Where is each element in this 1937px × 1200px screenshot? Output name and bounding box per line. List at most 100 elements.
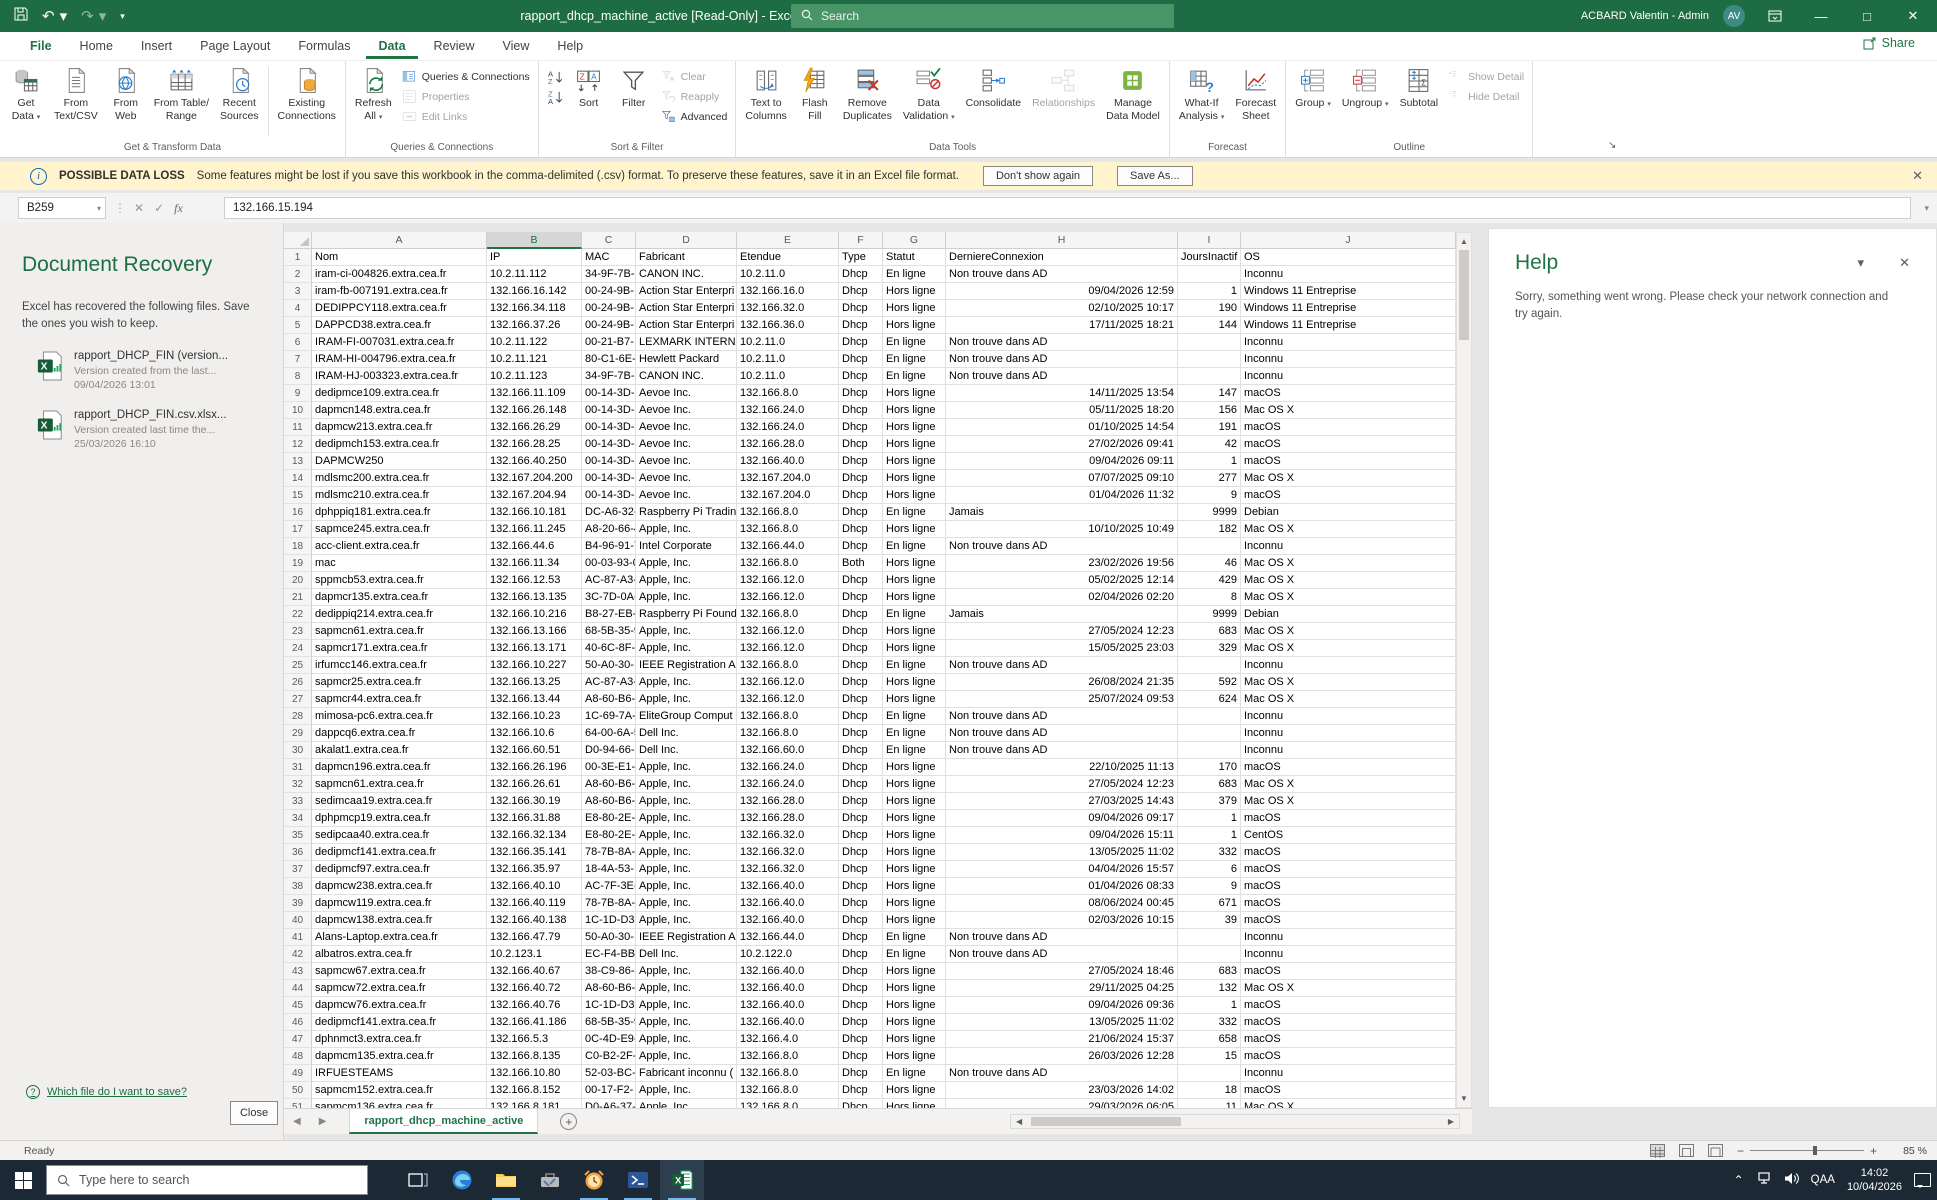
- column-header-E[interactable]: E: [737, 232, 839, 249]
- grid-cell[interactable]: Hors ligne: [883, 810, 946, 827]
- save-icon[interactable]: [14, 7, 28, 25]
- grid-cell[interactable]: Hors ligne: [883, 283, 946, 300]
- grid-cell[interactable]: Dhcp: [839, 351, 883, 368]
- vertical-scrollbar[interactable]: ▲ ▼: [1456, 232, 1472, 1108]
- grid-cell[interactable]: 332: [1178, 844, 1241, 861]
- grid-cell[interactable]: 132.166.32.0: [737, 827, 839, 844]
- grid-cell[interactable]: 01/10/2025 14:54: [946, 419, 1178, 436]
- grid-cell[interactable]: 10/10/2025 10:49: [946, 521, 1178, 538]
- grid-cell[interactable]: Apple, Inc.: [636, 691, 737, 708]
- grid-cell[interactable]: 132.166.8.0: [737, 657, 839, 674]
- grid-cell[interactable]: Inconnu: [1241, 657, 1456, 674]
- grid-cell[interactable]: 46: [1178, 555, 1241, 572]
- ribbon-button-text-to-columns[interactable]: Text to Columns: [740, 63, 791, 125]
- recovered-file-item[interactable]: Xrapport_DHCP_FIN.csv.xlsx... Version cre…: [0, 391, 283, 450]
- grid-cell[interactable]: 23/02/2026 19:56: [946, 555, 1178, 572]
- grid-cell[interactable]: Both: [839, 555, 883, 572]
- grid-cell[interactable]: En ligne: [883, 657, 946, 674]
- grid-cell[interactable]: Dhcp: [839, 504, 883, 521]
- tab-page-layout[interactable]: Page Layout: [188, 33, 282, 59]
- grid-cell[interactable]: A8-60-B6-: [582, 691, 636, 708]
- grid-cell[interactable]: 132.166.31.88: [487, 810, 582, 827]
- grid-cell[interactable]: 132.166.60.0: [737, 742, 839, 759]
- grid-cell[interactable]: 132.166.13.171: [487, 640, 582, 657]
- grid-cell[interactable]: 156: [1178, 402, 1241, 419]
- grid-cell[interactable]: 132.166.8.0: [737, 555, 839, 572]
- grid-cell[interactable]: 132.166.40.0: [737, 453, 839, 470]
- ribbon-button-za[interactable]: ZA: [543, 88, 566, 105]
- grid-cell[interactable]: Apple, Inc.: [636, 1031, 737, 1048]
- select-all-corner[interactable]: [284, 232, 312, 249]
- ribbon-button-ungroup[interactable]: Ungroup ▾: [1337, 63, 1394, 112]
- grid-cell[interactable]: macOS: [1241, 419, 1456, 436]
- formula-input[interactable]: 132.166.15.194: [224, 197, 1911, 219]
- grid-cell[interactable]: 132.166.12.0: [737, 623, 839, 640]
- row-header[interactable]: 16: [284, 504, 312, 521]
- grid-cell[interactable]: 132.166.36.0: [737, 317, 839, 334]
- row-header[interactable]: 23: [284, 623, 312, 640]
- column-header-A[interactable]: A: [312, 232, 487, 249]
- grid-cell[interactable]: Inconnu: [1241, 1065, 1456, 1082]
- grid-cell[interactable]: 132.166.8.0: [737, 1082, 839, 1099]
- grid-cell[interactable]: Non trouve dans AD: [946, 929, 1178, 946]
- row-header[interactable]: 6: [284, 334, 312, 351]
- column-header-H[interactable]: H: [946, 232, 1178, 249]
- grid-cell[interactable]: Dhcp: [839, 946, 883, 963]
- ribbon-button-recent-sources[interactable]: Recent Sources: [215, 63, 264, 125]
- grid-cell[interactable]: 132.166.40.76: [487, 997, 582, 1014]
- row-header[interactable]: 44: [284, 980, 312, 997]
- grid-cell[interactable]: 132.166.32.0: [737, 844, 839, 861]
- grid-cell[interactable]: 02/03/2026 10:15: [946, 912, 1178, 929]
- grid-cell[interactable]: 132.166.10.23: [487, 708, 582, 725]
- grid-cell[interactable]: macOS: [1241, 861, 1456, 878]
- grid-cell[interactable]: 00-3E-E1-: [582, 759, 636, 776]
- grid-cell[interactable]: 00-21-B7-: [582, 334, 636, 351]
- grid-cell[interactable]: AC-7F-3E-: [582, 878, 636, 895]
- task-view-icon[interactable]: [396, 1160, 440, 1200]
- grid-cell[interactable]: E8-80-2E-E: [582, 827, 636, 844]
- grid-cell[interactable]: 132.166.26.148: [487, 402, 582, 419]
- row-header[interactable]: 31: [284, 759, 312, 776]
- scroll-left-icon[interactable]: ◀: [1011, 1117, 1027, 1126]
- grid-cell[interactable]: 132.166.16.142: [487, 283, 582, 300]
- grid-cell[interactable]: 132.167.204.0: [737, 470, 839, 487]
- grid-cell[interactable]: 132.166.12.0: [737, 691, 839, 708]
- row-header[interactable]: 4: [284, 300, 312, 317]
- row-header[interactable]: 32: [284, 776, 312, 793]
- zoom-slider-thumb[interactable]: [1812, 1146, 1817, 1155]
- grid-cell[interactable]: 00-14-3D-: [582, 402, 636, 419]
- grid-cell[interactable]: 132.166.11.34: [487, 555, 582, 572]
- grid-cell[interactable]: Hors ligne: [883, 589, 946, 606]
- grid-cell[interactable]: EliteGroup Comput: [636, 708, 737, 725]
- grid-cell[interactable]: 132.166.24.0: [737, 776, 839, 793]
- grid-cell[interactable]: 15: [1178, 1048, 1241, 1065]
- grid-cell[interactable]: macOS: [1241, 385, 1456, 402]
- grid-cell[interactable]: 132.166.8.0: [737, 1065, 839, 1082]
- grid-cell[interactable]: Apple, Inc.: [636, 623, 737, 640]
- row-header[interactable]: 33: [284, 793, 312, 810]
- ribbon-button-advanced[interactable]: Advanced: [657, 108, 732, 125]
- grid-cell[interactable]: Dhcp: [839, 1099, 883, 1108]
- ribbon-button-queries-connections[interactable]: Queries & Connections: [398, 68, 534, 85]
- grid-cell[interactable]: 00-24-9B-: [582, 317, 636, 334]
- grid-cell[interactable]: macOS: [1241, 997, 1456, 1014]
- grid-cell[interactable]: A8-60-B6-: [582, 980, 636, 997]
- grid-cell[interactable]: Intel Corporate: [636, 538, 737, 555]
- row-header[interactable]: 46: [284, 1014, 312, 1031]
- grid-cell[interactable]: Non trouve dans AD: [946, 334, 1178, 351]
- tab-insert[interactable]: Insert: [129, 33, 184, 59]
- row-header[interactable]: 19: [284, 555, 312, 572]
- row-header[interactable]: 22: [284, 606, 312, 623]
- grid-cell[interactable]: Hors ligne: [883, 572, 946, 589]
- grid-cell[interactable]: Hors ligne: [883, 555, 946, 572]
- row-header[interactable]: 12: [284, 436, 312, 453]
- grid-cell[interactable]: 18: [1178, 1082, 1241, 1099]
- column-header-J[interactable]: J: [1241, 232, 1456, 249]
- grid-cell[interactable]: [1178, 538, 1241, 555]
- grid-cell[interactable]: Hors ligne: [883, 674, 946, 691]
- maximize-button[interactable]: □: [1851, 0, 1883, 32]
- grid-cell[interactable]: Hors ligne: [883, 317, 946, 334]
- row-header[interactable]: 17: [284, 521, 312, 538]
- undo-icon[interactable]: ↶: [42, 7, 55, 25]
- grid-cell[interactable]: IEEE Registration A: [636, 657, 737, 674]
